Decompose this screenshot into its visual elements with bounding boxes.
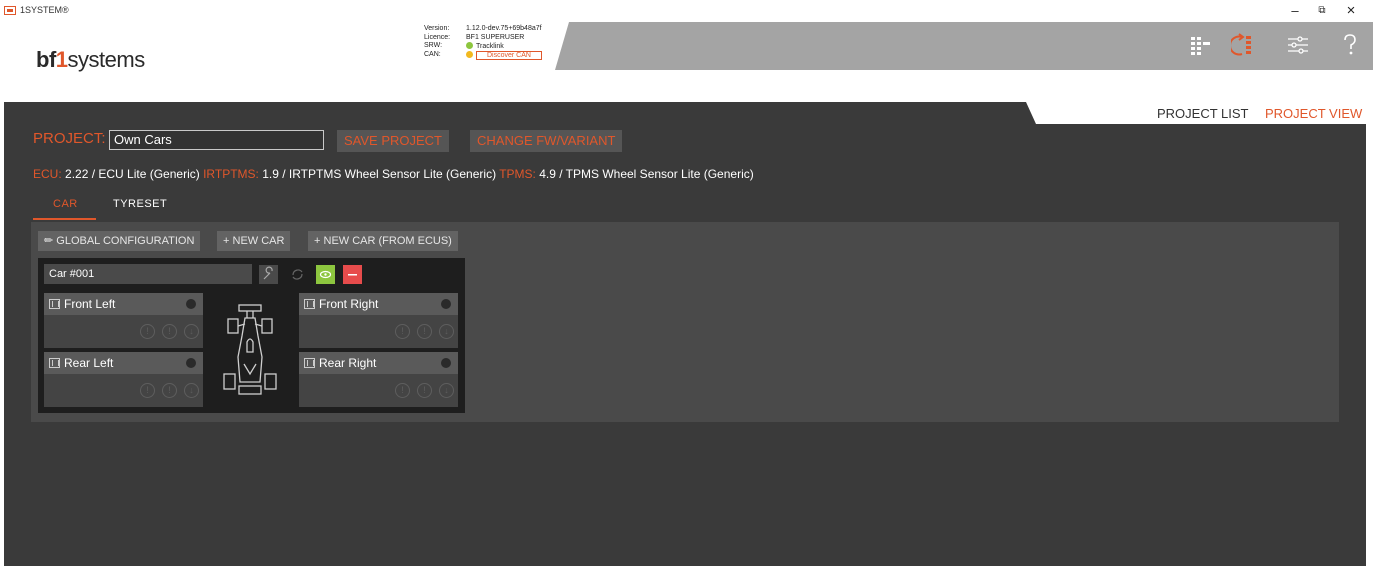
alert-icon: ! <box>162 383 177 398</box>
sync-icon[interactable] <box>1231 32 1257 58</box>
status-dot <box>441 299 451 309</box>
change-fw-button[interactable]: CHANGE FW/VARIANT <box>470 130 623 152</box>
info-icon: ! <box>395 383 410 398</box>
wheel-front-right[interactable]: Front Right ! ! ↓ <box>299 293 458 348</box>
project-view-link[interactable]: PROJECT VIEW <box>1265 106 1362 121</box>
view-nav: PROJECT LIST PROJECT VIEW <box>1026 102 1366 124</box>
plus-icon: + <box>314 235 321 247</box>
info-icon: ! <box>140 383 155 398</box>
minus-icon[interactable] <box>343 265 362 284</box>
project-list-link[interactable]: PROJECT LIST <box>1157 106 1249 121</box>
version-value: 1.12.0-dev.75+69b48a7f <box>466 25 542 32</box>
srw-label: SRW: <box>424 42 443 49</box>
alert-icon: ! <box>417 324 432 339</box>
info-icon: ! <box>140 324 155 339</box>
tyre-icon <box>49 358 60 368</box>
tab-tyreset[interactable]: TYRESET <box>113 198 167 210</box>
arrow-down-icon: ↓ <box>184 383 199 398</box>
grid-icon[interactable] <box>1188 32 1214 58</box>
refresh-icon[interactable] <box>288 265 307 284</box>
srw-status-dot <box>466 42 473 49</box>
arrow-down-icon: ↓ <box>184 324 199 339</box>
app-root: 1SYSTEM® – ⧉ × bf1systems Version: 1.12.0… <box>0 0 1373 566</box>
licence-label: Licence: <box>424 33 451 41</box>
status-dot <box>441 358 451 368</box>
can-label: CAN: <box>424 50 441 58</box>
wheel-front-left[interactable]: Front Left ! ! ↓ <box>44 293 203 348</box>
new-car-button[interactable]: + NEW CAR <box>217 231 291 251</box>
project-label: PROJECT: <box>33 130 106 147</box>
logo: bf1systems <box>36 47 145 72</box>
close-button[interactable]: × <box>1336 2 1366 20</box>
arrow-down-icon: ↓ <box>439 324 454 339</box>
tyre-icon <box>304 358 315 368</box>
car-card: Car #001 Front Left ! ! ↓ Front Right ! … <box>38 258 465 413</box>
main-area: PROJECT LIST PROJECT VIEW PROJECT: Own C… <box>4 102 1366 566</box>
wrench-icon: ✏ <box>44 235 54 247</box>
firmware-info: ECU: 2.22 / ECU Lite (Generic) IRTPTMS: … <box>33 167 754 181</box>
car-icon <box>223 304 277 395</box>
title-bar: 1SYSTEM® – ⧉ × <box>0 0 1373 22</box>
status-dot <box>186 358 196 368</box>
active-tab-indicator <box>33 218 96 220</box>
wrench-icon[interactable] <box>259 265 278 284</box>
srw-value: Tracklink <box>476 43 504 50</box>
sliders-icon[interactable] <box>1285 32 1311 58</box>
plus-icon: + <box>223 235 230 247</box>
info-icon: ! <box>395 324 410 339</box>
licence-value: BF1 SUPERUSER <box>466 33 525 41</box>
can-status-dot <box>466 50 473 58</box>
new-car-from-ecus-button[interactable]: + NEW CAR (FROM ECUS) <box>308 231 458 251</box>
status-dot <box>186 299 196 309</box>
tyre-icon <box>49 299 60 309</box>
version-info: Version: 1.12.0-dev.75+69b48a7f Licence: B… <box>424 25 542 60</box>
header: bf1systems Version: 1.12.0-dev.75+69b48a7… <box>0 22 1373 102</box>
restore-button[interactable]: ⧉ <box>1307 2 1337 20</box>
global-configuration-button[interactable]: ✏ GLOBAL CONFIGURATION <box>38 231 201 251</box>
tab-car[interactable]: CAR <box>53 198 78 210</box>
minimize-button[interactable]: – <box>1280 2 1310 20</box>
project-name-input[interactable]: Own Cars <box>109 130 324 150</box>
tyre-icon <box>304 299 315 309</box>
app-title: 1SYSTEM® <box>20 5 69 15</box>
app-icon <box>4 6 16 15</box>
save-project-button[interactable]: SAVE PROJECT <box>337 130 450 152</box>
alert-icon: ! <box>417 383 432 398</box>
discover-can-button[interactable]: Discover CAN <box>476 50 542 60</box>
wheel-rear-right[interactable]: Rear Right ! ! ↓ <box>299 352 458 407</box>
alert-icon: ! <box>162 324 177 339</box>
car-name-input[interactable]: Car #001 <box>44 264 252 284</box>
wheel-rear-left[interactable]: Rear Left ! ! ↓ <box>44 352 203 407</box>
version-label: Version: <box>424 25 450 32</box>
eye-icon[interactable] <box>316 265 335 284</box>
arrow-down-icon: ↓ <box>439 383 454 398</box>
car-panel: ✏ GLOBAL CONFIGURATION + NEW CAR + NEW C… <box>31 222 1339 422</box>
help-icon[interactable] <box>1337 32 1363 58</box>
